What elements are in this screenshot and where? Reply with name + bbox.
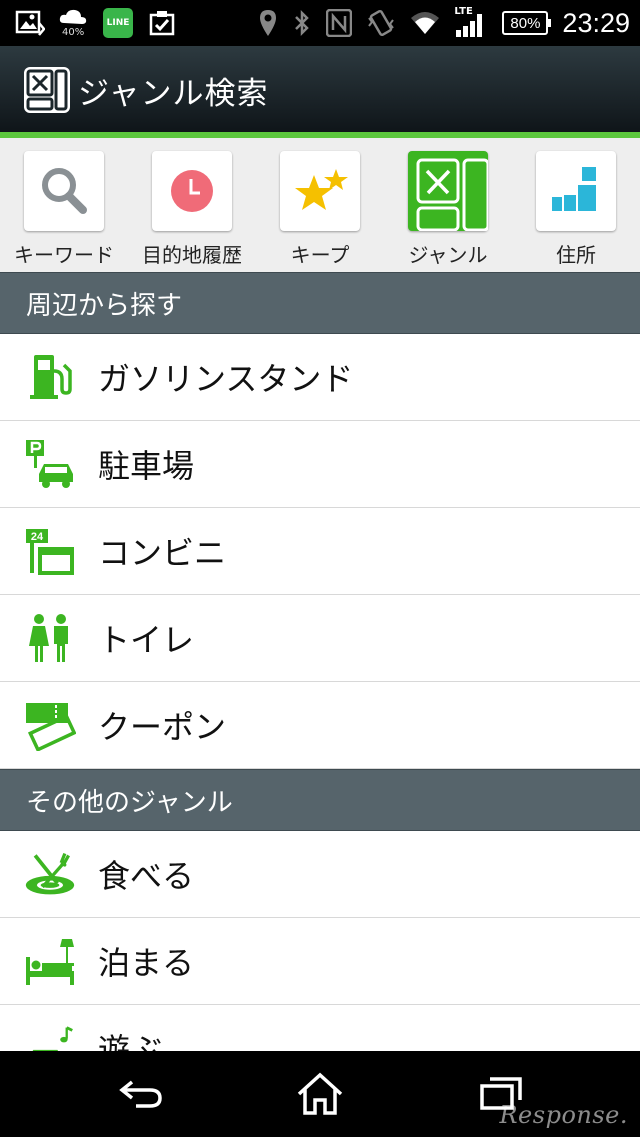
tab-history[interactable]: 目的地履歴 bbox=[128, 138, 256, 272]
tab-keyword[interactable]: キーワード bbox=[0, 138, 128, 272]
address-blocks-icon bbox=[552, 167, 596, 211]
tab-label: キープ bbox=[290, 243, 350, 267]
wifi-icon bbox=[410, 10, 440, 36]
tab-label: キーワード bbox=[14, 243, 114, 267]
list-item-label: トイレ bbox=[98, 621, 195, 659]
bed-lamp-icon bbox=[24, 935, 76, 987]
status-bar-system: LTE 80% 23:29 bbox=[244, 0, 630, 46]
signal-icon: LTE bbox=[454, 6, 488, 38]
nfc-icon bbox=[326, 9, 353, 37]
clock-icon bbox=[171, 170, 213, 212]
home-icon[interactable] bbox=[294, 1071, 346, 1117]
tab-label: 住所 bbox=[556, 243, 596, 267]
system-nav-bar: Response. bbox=[0, 1051, 640, 1137]
section-header-other-genres: その他のジャンル bbox=[0, 769, 640, 831]
line-app-icon: LINE bbox=[102, 7, 134, 39]
search-icon bbox=[42, 168, 87, 214]
list-item-convenience-store[interactable]: 24 コンビニ bbox=[0, 508, 640, 595]
section-title: その他のジャンル bbox=[26, 787, 233, 818]
list-item-label: コンビニ bbox=[98, 534, 227, 572]
battery-level: 80% bbox=[510, 14, 541, 32]
bluetooth-icon bbox=[292, 8, 312, 38]
tab-address[interactable]: 住所 bbox=[512, 138, 640, 272]
clipboard-check-icon bbox=[146, 7, 178, 39]
list-item-play[interactable]: 遊ぶ bbox=[0, 1005, 640, 1051]
genre-app-icon[interactable] bbox=[22, 65, 72, 115]
fork-knife-icon bbox=[24, 848, 76, 900]
weather-percent: 40% bbox=[62, 27, 85, 38]
tab-history-tile[interactable] bbox=[152, 151, 232, 231]
svg-text:24: 24 bbox=[31, 531, 44, 543]
list-item-gas-station[interactable]: ガソリンスタンド bbox=[0, 334, 640, 421]
page-title: ジャンル検索 bbox=[78, 76, 269, 112]
list-item-coupon[interactable]: クーポン bbox=[0, 682, 640, 769]
list-item-label: ガソリンスタンド bbox=[98, 360, 354, 398]
restroom-icon bbox=[24, 612, 76, 664]
parking-car-icon bbox=[24, 438, 76, 490]
battery-icon: 80% bbox=[502, 11, 552, 35]
tab-keep-tile[interactable] bbox=[280, 151, 360, 231]
watermark: Response. bbox=[499, 1101, 628, 1129]
section-title: 周辺から探す bbox=[26, 290, 183, 321]
list-item-label: クーポン bbox=[98, 708, 227, 746]
tab-label: 目的地履歴 bbox=[142, 243, 242, 267]
list-item-eat[interactable]: 食べる bbox=[0, 831, 640, 918]
gas-pump-icon bbox=[24, 351, 76, 403]
tab-address-tile[interactable] bbox=[536, 151, 616, 231]
list-item-parking[interactable]: 駐車場 bbox=[0, 421, 640, 508]
list-item-label: 泊まる bbox=[98, 944, 195, 982]
action-bar: ジャンル検索 bbox=[0, 46, 640, 132]
back-icon[interactable] bbox=[116, 1071, 168, 1117]
tab-genre[interactable]: ジャンル bbox=[384, 138, 512, 272]
list-item-stay[interactable]: 泊まる bbox=[0, 918, 640, 1005]
list-item-label: 駐車場 bbox=[98, 447, 195, 485]
tab-label: ジャンル bbox=[408, 243, 488, 267]
list-item-label: 食べる bbox=[98, 857, 195, 895]
section-header-nearby: 周辺から探す bbox=[0, 272, 640, 334]
tab-keep[interactable]: キープ bbox=[256, 138, 384, 272]
convenience-store-icon: 24 bbox=[24, 525, 76, 577]
status-bar-notifications: 40% LINE bbox=[14, 5, 190, 41]
weather-icon: 40% bbox=[58, 7, 90, 39]
stars-icon bbox=[295, 169, 348, 210]
vibrate-icon bbox=[366, 8, 396, 38]
status-bar: 40% LINE LTE 80% 23:29 bbox=[0, 0, 640, 46]
location-icon bbox=[258, 8, 278, 38]
car-music-icon bbox=[24, 1022, 76, 1051]
line-badge-text: LINE bbox=[106, 18, 130, 28]
tab-genre-tile[interactable] bbox=[408, 151, 488, 231]
genre-list: 周辺から探す ガソリンスタンド 駐車場 24 コンビニ トイレ クーポン その他… bbox=[0, 272, 640, 1051]
list-item-restroom[interactable]: トイレ bbox=[0, 595, 640, 682]
gallery-icon bbox=[14, 7, 46, 39]
tab-keyword-tile[interactable] bbox=[24, 151, 104, 231]
coupon-icon bbox=[24, 699, 76, 751]
search-mode-tabs: キーワード 目的地履歴 キープ ジャンル 住所 bbox=[0, 138, 640, 272]
genre-icon bbox=[416, 158, 488, 231]
clock: 23:29 bbox=[562, 7, 630, 38]
list-item-label: 遊ぶ bbox=[98, 1031, 163, 1051]
